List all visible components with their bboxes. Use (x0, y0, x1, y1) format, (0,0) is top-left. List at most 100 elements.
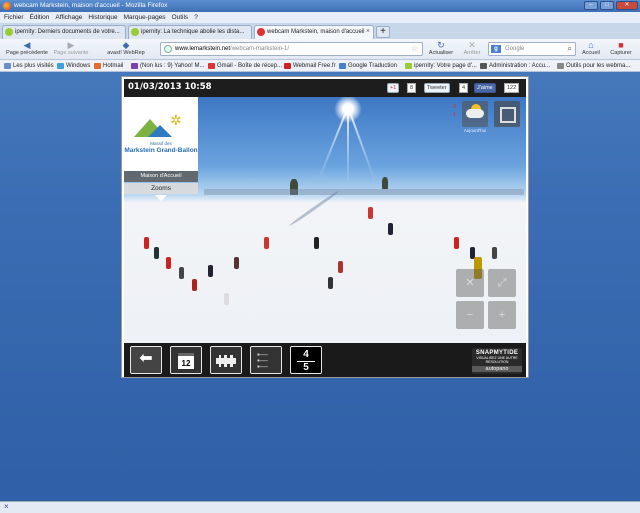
chevron-down-icon[interactable] (155, 195, 167, 201)
filmstrip-button[interactable] (210, 346, 242, 374)
weather-forecast-button[interactable] (462, 101, 488, 127)
tab-label: ipernity: Derniers documents de votre... (15, 29, 120, 35)
forward-button[interactable]: ▶ Page suivante (52, 40, 90, 56)
brand-autopano: autopano (472, 366, 522, 372)
close-window-button[interactable]: ✕ (616, 1, 638, 10)
menu-affichage[interactable]: Affichage (55, 12, 82, 23)
calendar-button[interactable]: 12 (170, 346, 202, 374)
skier (144, 237, 149, 249)
cloud-icon (466, 109, 484, 118)
autopano-brand-badge[interactable]: SNAPMYTIDE VISUALISEZ UNE AUTRE RESOLUTI… (472, 348, 522, 374)
search-input[interactable]: g Google ⌕ (488, 42, 576, 56)
menu-marque-pages[interactable]: Marque-pages (124, 12, 166, 23)
bookmark-windows[interactable]: Windows (57, 60, 90, 71)
reload-label: Actualiser (428, 50, 454, 56)
menu-outils[interactable]: Outils (172, 12, 189, 23)
google-engine-icon: g (491, 45, 501, 53)
skier (166, 257, 171, 269)
bookmark-outils-webmaster[interactable]: Outils pour les webma... (557, 60, 630, 71)
google-plus-button[interactable]: +1 (387, 83, 400, 93)
close-view-icon[interactable]: ✕ (456, 269, 484, 297)
capture-button[interactable]: ■ Capturer (606, 40, 636, 56)
skier (338, 261, 343, 273)
tab-ipernity-documents[interactable]: ipernity: Derniers documents de votre... (2, 25, 126, 39)
markstein-logo[interactable]: ✲ Massif des Markstein Grand-Ballon (124, 97, 198, 171)
avast-webrep-button[interactable]: ◆ avast! WebRep (96, 40, 156, 56)
bookmark-hotmail[interactable]: Hotmail (94, 60, 123, 71)
capture-label: Capturer (610, 50, 632, 56)
calendar-day: 12 (178, 353, 194, 369)
sun-logo-icon: ✲ (170, 112, 182, 128)
menu-edition[interactable]: Édition (30, 12, 50, 23)
tab-ipernity-technique[interactable]: ipernity: La technique abolie les dista.… (128, 25, 252, 39)
avast-icon: ◆ (122, 40, 130, 50)
fullscreen-button[interactable] (494, 101, 520, 127)
zoom-out-icon[interactable]: − (456, 301, 484, 329)
tree (382, 177, 388, 189)
stop-label: Arrêter (463, 50, 481, 56)
bookmark-gmail[interactable]: Gmail - Boîte de récep... (208, 60, 282, 71)
skier (179, 267, 184, 279)
tab-webcam-markstein[interactable]: webcam Markstein, maison d'accueil × (254, 25, 374, 39)
facebook-like-button[interactable]: J'aime (474, 83, 496, 93)
zoom-in-icon[interactable]: + (488, 301, 516, 329)
skier (264, 237, 269, 249)
forward-label: Page suivante (53, 50, 89, 56)
maximize-button[interactable]: □ (600, 1, 614, 10)
temperature-readout: -3 -1 (451, 103, 456, 119)
temp-low: -1 (451, 112, 456, 118)
bookmark-ipernity[interactable]: ipernity: Votre page d'... (405, 60, 477, 71)
new-tab-button[interactable]: + (376, 26, 390, 38)
back-arrow-icon: ◀ (23, 40, 31, 50)
tweet-count: 4 (459, 83, 469, 93)
skier (208, 265, 213, 277)
sun-ray (347, 106, 376, 181)
pager-current: 4 (303, 349, 309, 360)
webcam-panorama-image[interactable]: ✲ Massif des Markstein Grand-Ballon Mais… (124, 97, 526, 343)
search-icon[interactable]: ⌕ (568, 43, 572, 55)
menu-help[interactable]: ? (194, 12, 198, 23)
film-icon (216, 355, 236, 367)
bookmark-most-visited[interactable]: Les plus visités (4, 60, 54, 71)
home-label: Accueil (582, 50, 600, 56)
address-bar[interactable]: www.lemarkstein.net/webcam-markstein-1/ … (160, 42, 423, 56)
home-icon: ⌂ (588, 40, 594, 50)
close-tab-icon[interactable]: × (366, 26, 370, 38)
previous-image-arrow-icon[interactable]: ⬅ (130, 346, 162, 374)
back-button[interactable]: ◀ Page précédente (4, 40, 50, 56)
tweet-button[interactable]: Tweeter (424, 83, 450, 93)
ipernity-favicon-icon (5, 28, 13, 36)
expand-icon[interactable]: ⤢ (488, 269, 516, 297)
minimize-button[interactable]: – (584, 1, 598, 10)
bookmark-star-icon[interactable]: ☆ (411, 43, 418, 55)
site-logo-panel: ✲ Massif des Markstein Grand-Ballon Mais… (124, 97, 198, 208)
skier (314, 237, 319, 249)
bookmark-yahoo-mail[interactable]: (Non lus : 9) Yahoo! M... (131, 60, 204, 71)
window-titlebar: webcam Markstein, maison d'accueil - Moz… (0, 0, 640, 12)
bookmarks-toolbar: Les plus visités Windows Hotmail (Non lu… (0, 60, 640, 72)
mountain-blue-icon (148, 125, 172, 137)
menu-historique[interactable]: Historique (88, 12, 117, 23)
firefox-logo-icon (3, 2, 11, 10)
facebook-like-count: 122 (504, 83, 520, 93)
zooms-dropdown[interactable]: Zooms (124, 183, 198, 194)
stop-button[interactable]: ✕ Arrêter (458, 40, 486, 56)
viewer-toolbar: ⬅ 12 ▪— ▪— ▪— 4 5 SNAPMYTIDE VISUALISEZ UN… (124, 343, 526, 377)
weather-label: Aujourd'hui (463, 128, 487, 133)
pager-display[interactable]: 4 5 (290, 346, 322, 374)
list-button[interactable]: ▪— ▪— ▪— (250, 346, 282, 374)
site-identity-icon (164, 45, 172, 53)
bookmark-webmail-free[interactable]: Webmail Free.fr (284, 60, 336, 71)
sun-ray (347, 107, 349, 185)
webcam-favicon-icon (257, 28, 265, 36)
sun-ray (317, 106, 349, 180)
tab-label: ipernity: La technique abolie les dista.… (141, 29, 245, 35)
reload-button[interactable]: ↻ Actualiser (426, 40, 456, 56)
location-label[interactable]: Maison d'Accueil (124, 171, 198, 182)
reload-icon: ↻ (437, 40, 445, 50)
close-findbar-icon[interactable]: × (4, 502, 9, 511)
bookmark-google-translate[interactable]: Google Traduction (339, 60, 397, 71)
home-button[interactable]: ⌂ Accueil (578, 40, 604, 56)
menu-fichier[interactable]: Fichier (4, 12, 24, 23)
bookmark-administration[interactable]: Administration : Accu... (480, 60, 550, 71)
